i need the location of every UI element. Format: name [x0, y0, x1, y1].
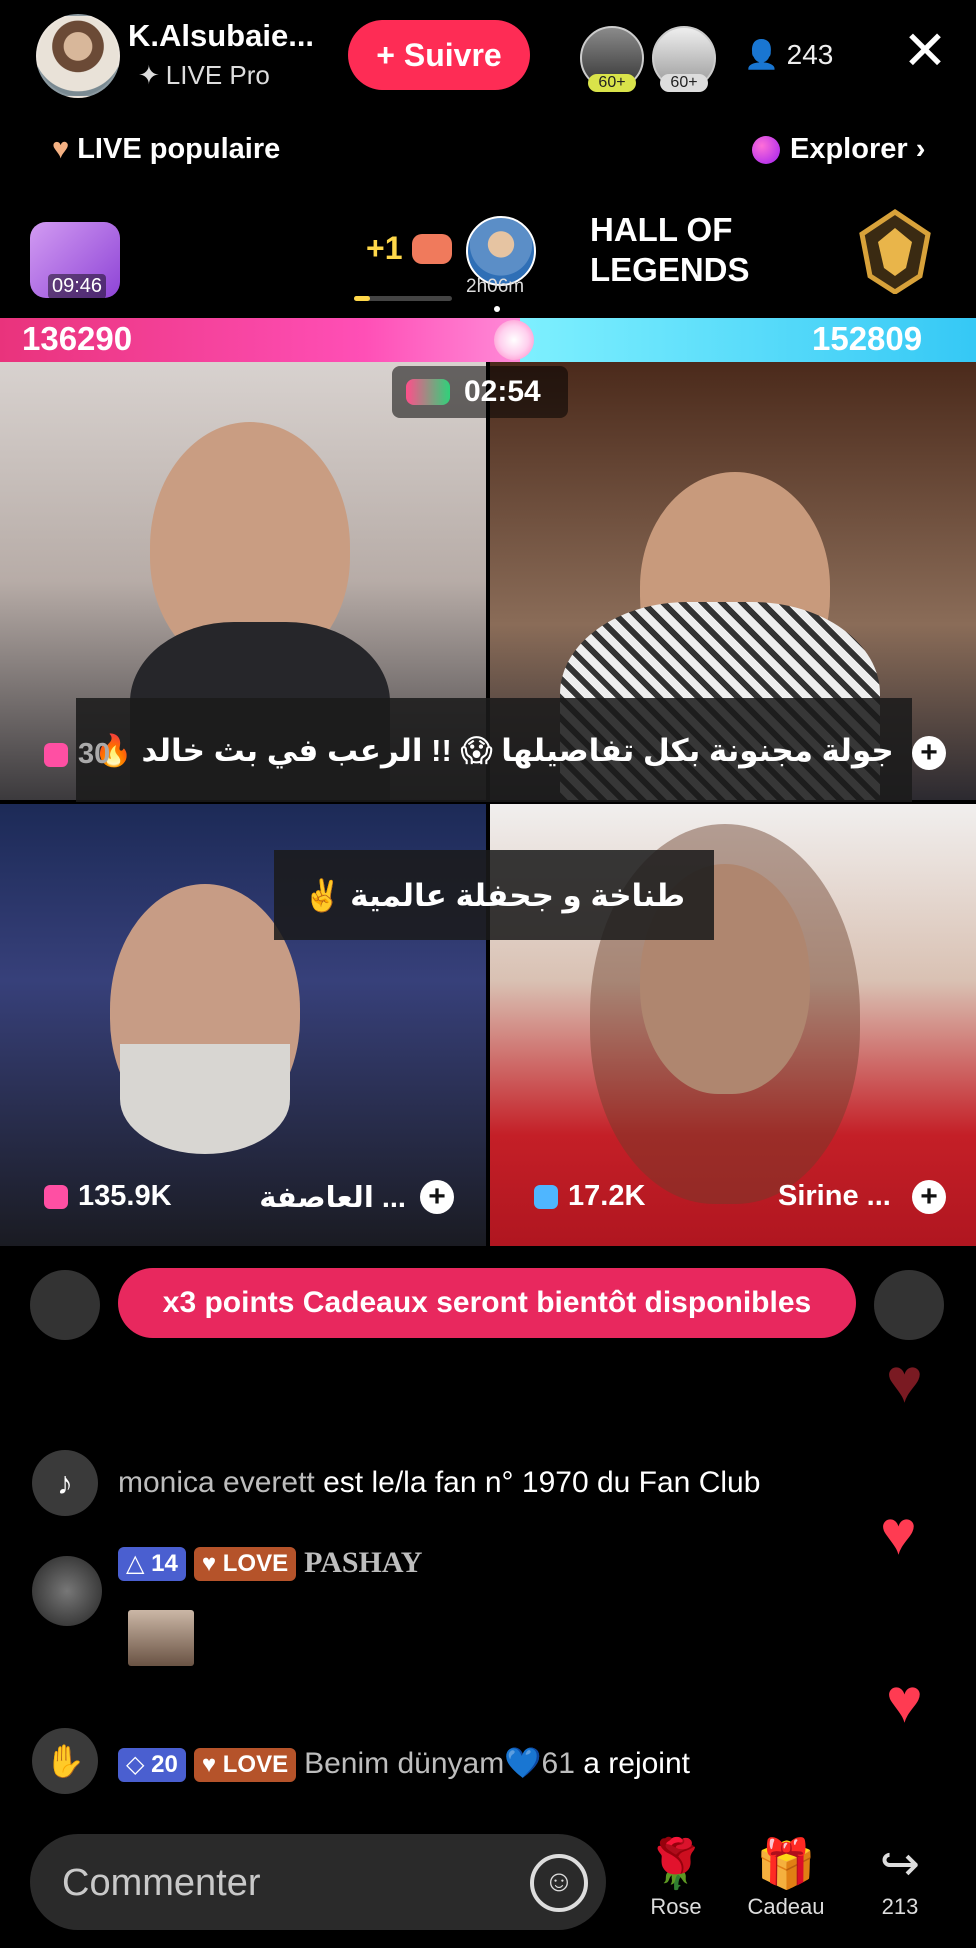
heart-icon: ♥ [52, 133, 70, 165]
caption-overlay-1: جولة مجنونة بكل تفاصيلها 😱 !! الرعب في ب… [76, 698, 912, 802]
chat-username[interactable]: monica everett [118, 1466, 315, 1499]
live-popular[interactable]: ♥ LIVE populaire [52, 133, 280, 166]
page-dot [494, 306, 500, 312]
tile-1-score: 30 [44, 738, 110, 771]
host-name[interactable]: K.Alsubaie... [128, 18, 314, 54]
follow-button[interactable]: + Suivre [348, 20, 530, 90]
chat-username[interactable]: Benim dünyam💙61 [304, 1747, 575, 1780]
chat-message-fan[interactable]: monica everett est le/la fan n° 1970 du … [118, 1466, 760, 1500]
top-gifter-badge-2[interactable]: 60+ [652, 26, 716, 92]
battle-score-right: 152809 [812, 320, 923, 357]
battle-timer-value: 02:54 [464, 375, 541, 408]
share-icon: ↪ [879, 1838, 921, 1891]
battle-score-left: 136290 [22, 320, 133, 357]
sparkle-icon: ✦ [138, 60, 160, 90]
emoji-icon[interactable]: ☺ [530, 1854, 588, 1912]
sticker-image [128, 1610, 194, 1666]
badge-level: 60+ [660, 74, 708, 92]
featured-duration: 2h06m [466, 276, 525, 297]
hall-of-legends-title[interactable]: HALL OF LEGENDS [590, 210, 750, 290]
battle-timer: 02:54 [392, 366, 568, 418]
level-value: 14 [151, 1550, 178, 1578]
tile-3-score-value: 135.9K [78, 1180, 172, 1212]
crest-icon[interactable] [856, 208, 934, 294]
rose-icon: 🌹 [646, 1838, 706, 1891]
rose-button[interactable]: 🌹 Rose [640, 1836, 712, 1920]
progress-fill [354, 296, 370, 301]
top-gifter-badge-1[interactable]: 60+ [580, 26, 644, 92]
close-icon[interactable]: ✕ [898, 24, 952, 78]
alarm-icon [44, 742, 68, 767]
gift-button[interactable]: 🎁 Cadeau [736, 1836, 836, 1920]
comment-placeholder: Commenter [62, 1862, 261, 1904]
hall-title-line2: LEGENDS [590, 251, 750, 288]
level-badge: △ 14 [118, 1547, 186, 1582]
participant-beard [120, 1044, 290, 1154]
chat-text: est le/la fan n° 1970 du Fan Club [323, 1466, 761, 1499]
tiktok-icon: ♪ [32, 1450, 98, 1516]
alarm-icon [44, 1184, 68, 1209]
tile-4-name[interactable]: Sirine ... [778, 1180, 891, 1213]
badge-level: 60+ [588, 74, 636, 92]
alarm-icon [534, 1184, 558, 1209]
share-button[interactable]: ↪ 213 [864, 1836, 936, 1920]
share-count: 213 [881, 1894, 919, 1919]
love-label: LOVE [222, 1550, 289, 1578]
love-label: LOVE [222, 1751, 289, 1779]
level-badge: ◇ 20 [118, 1748, 186, 1783]
explore-label: Explorer [790, 133, 908, 165]
chat-message-join[interactable]: ◇ 20 ♥ LOVE Benim dünyam💙61 a rejoint [118, 1746, 690, 1783]
person-icon: 👤 [744, 39, 779, 70]
tile-3-score: 135.9K [44, 1180, 172, 1213]
wave-hand-icon: ✋ [32, 1728, 98, 1794]
chat-text: a rejoint [583, 1747, 690, 1780]
viewer-count-value: 243 [786, 39, 834, 70]
chat-username[interactable]: PASHAY [304, 1546, 422, 1579]
hall-title-line1: HALL OF [590, 211, 733, 248]
gift-points-notice: x3 points Cadeaux seront bientôt disponi… [118, 1268, 856, 1338]
love-badge: ♥ LOVE [193, 1547, 297, 1582]
host-avatar[interactable] [36, 14, 120, 98]
chevron-right-icon: › [915, 133, 926, 165]
host-subtitle-text: LIVE Pro [165, 60, 270, 90]
treasure-timer: 09:46 [48, 274, 107, 299]
level-value: 20 [151, 1751, 178, 1779]
planet-icon [752, 136, 780, 165]
chat-avatar[interactable] [32, 1556, 102, 1626]
battle-orb-icon [494, 320, 534, 360]
gift-label: Cadeau [747, 1894, 825, 1919]
tile-4-score: 17.2K [534, 1180, 645, 1213]
tile-4-add-button[interactable]: + [912, 1180, 946, 1214]
tile-2-add-button[interactable]: + [912, 736, 946, 770]
chat-message-pashay[interactable]: △ 14 ♥ LOVE PASHAY [118, 1546, 422, 1582]
ribbon-icon [412, 234, 452, 264]
tile-1-score-value: 30 [78, 738, 111, 770]
heart-icon: ♥ [880, 1499, 917, 1568]
host-subtitle: ✦ LIVE Pro [138, 60, 270, 91]
tile-3-name[interactable]: العاصفة ... [250, 1180, 406, 1215]
chat-avatar-placeholder [30, 1270, 100, 1340]
tile-4-score-value: 17.2K [568, 1180, 646, 1212]
viewer-count[interactable]: 👤 243 [744, 38, 833, 71]
chat-avatar-placeholder [874, 1270, 944, 1340]
plus-count: +1 [366, 230, 403, 266]
explore-button[interactable]: Explorer › [752, 133, 925, 166]
tile-3-add-button[interactable]: + [420, 1180, 454, 1214]
caption-overlay-2: طناخة و جحفلة عالمية ✌️ [274, 850, 714, 940]
gift-icon: 🎁 [756, 1838, 816, 1891]
battle-icon [406, 379, 450, 405]
live-popular-label: LIVE populaire [77, 133, 281, 165]
love-badge: ♥ LOVE [193, 1748, 297, 1783]
rose-label: Rose [650, 1894, 702, 1919]
heart-icon: ♥ [886, 1347, 923, 1416]
heart-icon: ♥ [886, 1667, 923, 1736]
